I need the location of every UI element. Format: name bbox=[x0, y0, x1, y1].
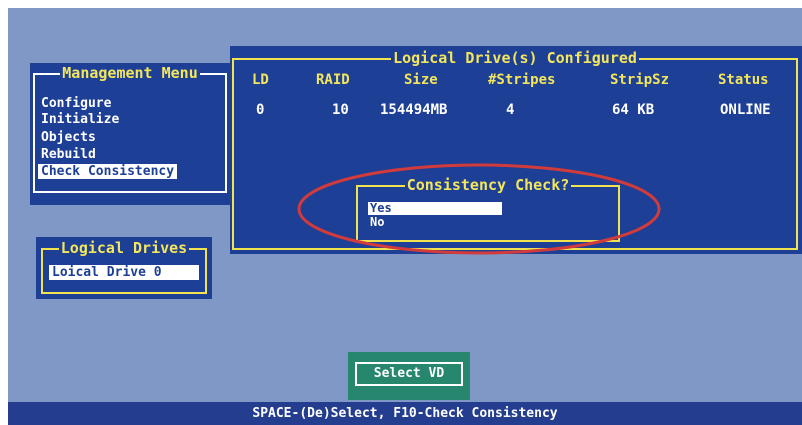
select-vd-button[interactable]: Select VD bbox=[348, 352, 470, 400]
col-stripes: #Stripes bbox=[488, 72, 556, 88]
menu-item-initialize[interactable]: Initialize bbox=[41, 112, 119, 127]
consistency-dialog: Consistency Check? Yes No bbox=[356, 176, 620, 242]
menu-item-rebuild[interactable]: Rebuild bbox=[41, 147, 96, 162]
bios-screen: Logical Drive(s) Configured LD RAID Size… bbox=[8, 8, 802, 425]
consistency-dialog-title: Consistency Check? bbox=[404, 176, 572, 194]
cell-raid: 10 bbox=[332, 102, 349, 118]
cell-ld: 0 bbox=[256, 102, 265, 118]
select-vd-button-inner: Select VD bbox=[355, 362, 463, 386]
cell-stripsz: 64 KB bbox=[612, 102, 655, 118]
menu-item-check-consistency[interactable]: Check Consistency bbox=[38, 164, 178, 179]
menu-item-objects[interactable]: Objects bbox=[41, 130, 96, 145]
cell-size: 154494MB bbox=[380, 102, 448, 118]
management-menu-title: Management Menu bbox=[60, 64, 200, 82]
configured-title: Logical Drive(s) Configured bbox=[391, 49, 639, 67]
logical-drives-title: Logical Drives bbox=[58, 239, 190, 257]
col-status: Status bbox=[718, 72, 769, 88]
col-ld: LD bbox=[252, 72, 269, 88]
logical-drive-0-item[interactable]: Loical Drive 0 bbox=[49, 265, 199, 280]
status-bar: SPACE-(De)Select, F10-Check Consistency bbox=[8, 402, 802, 425]
option-no[interactable]: No bbox=[368, 216, 384, 229]
cell-status: ONLINE bbox=[720, 102, 771, 118]
col-stripsz: StripSz bbox=[610, 72, 670, 88]
col-size: Size bbox=[404, 72, 438, 88]
management-menu: Management Menu Configure Initialize Obj… bbox=[30, 63, 230, 205]
col-raid: RAID bbox=[316, 72, 350, 88]
cell-stripes: 4 bbox=[506, 102, 515, 118]
logical-drives-panel: Logical Drives Loical Drive 0 bbox=[36, 237, 212, 299]
option-yes[interactable]: Yes bbox=[368, 202, 502, 215]
menu-item-configure[interactable]: Configure bbox=[41, 96, 111, 111]
